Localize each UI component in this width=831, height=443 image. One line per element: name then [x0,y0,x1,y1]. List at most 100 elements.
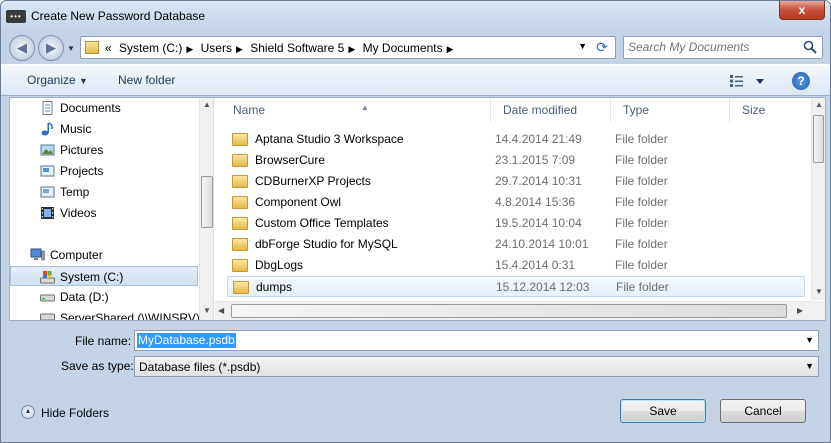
file-name: DbgLogs [255,258,304,272]
save-type-label: Save as type: [61,359,134,373]
file-list[interactable]: Name ▲ Date modified Type Size Aptana St… [215,98,825,320]
breadcrumb-item[interactable]: System (C:) [119,41,182,55]
scroll-up-icon[interactable]: ▲ [815,100,823,109]
file-name-selected-text: MyDatabase.psdb [137,333,236,348]
address-row: ◀ ▶ ▼ « System (C:) ▶ Users ▶ Shield Softw… [1,31,830,64]
nav-item-servershared[interactable]: ServerShared (\\WINSRV) [10,308,200,320]
scrollbar-thumb[interactable] [231,304,787,318]
chevron-right-icon[interactable]: ▶ [447,44,454,54]
file-name: dumps [256,280,293,294]
column-header-name[interactable]: Name ▲ [221,98,491,122]
refresh-icon[interactable]: ⟳ [593,39,611,56]
file-list-vertical-scrollbar[interactable]: ▲ ▼ [811,98,825,300]
projects-icon [40,165,55,177]
column-header-type[interactable]: Type [611,98,730,122]
nav-item-projects[interactable]: Projects [10,161,198,181]
file-date: 15.12.2014 12:03 [496,280,590,294]
breadcrumb-item[interactable]: Shield Software 5 [250,41,344,55]
change-view-icon[interactable] [728,74,768,88]
nav-item-temp[interactable]: Temp [10,182,198,202]
browser-pane: Documents Music Pictures Projects Temp V… [9,97,826,321]
file-list-horizontal-scrollbar[interactable]: ◀ ▶ [215,301,811,320]
navigation-pane[interactable]: Documents Music Pictures Projects Temp V… [10,98,214,320]
file-name: dbForge Studio for MySQL [255,237,398,251]
recent-locations-dropdown[interactable]: ▼ [67,44,75,53]
network-drive-icon [40,313,55,320]
table-row[interactable]: DbgLogs 15.4.2014 0:31 File folder [227,255,805,276]
search-icon[interactable] [803,40,817,54]
file-type: File folder [616,280,669,294]
file-type: File folder [615,237,668,251]
help-button[interactable]: ? [792,72,810,90]
nav-item-documents[interactable]: Documents [10,98,198,118]
chevron-down-icon[interactable]: ▼ [805,361,814,371]
file-name: Aptana Studio 3 Workspace [255,132,404,146]
forward-arrow-icon: ▶ [46,40,56,55]
close-button[interactable]: x [779,1,825,20]
scroll-down-icon[interactable]: ▼ [815,287,823,296]
table-row[interactable]: BrowserCure 23.1.2015 7:09 File folder [227,150,805,171]
save-type-select[interactable]: Database files (*.psdb) ▼ [134,356,819,377]
file-type: File folder [615,216,668,230]
table-row[interactable]: CDBurnerXP Projects 29.7.2014 10:31 File f… [227,171,805,192]
search-input[interactable] [628,40,798,54]
file-name-field[interactable]: MyDatabase.psdb ▼ [134,330,819,351]
breadcrumb-item[interactable]: Users [201,41,232,55]
chevron-right-icon[interactable]: ▶ [348,44,355,54]
nav-item-system-c[interactable]: System (C:) [10,266,198,286]
table-row[interactable]: Component Owl 4.8.2014 15:36 File folder [227,192,805,213]
breadcrumb-item[interactable]: My Documents [363,41,443,55]
folder-icon [232,196,248,209]
forward-button[interactable]: ▶ [38,35,64,61]
file-type: File folder [615,132,668,146]
nav-item-data-d[interactable]: Data (D:) [10,287,198,307]
nav-item-label: Data (D:) [60,290,109,304]
scroll-left-icon[interactable]: ◀ [218,306,224,315]
nav-item-label: Documents [60,101,121,115]
file-type: File folder [615,195,668,209]
cancel-button[interactable]: Cancel [720,399,806,423]
nav-item-computer[interactable]: Computer [10,245,198,265]
scrollbar-thumb[interactable] [201,176,213,228]
back-arrow-icon: ◀ [17,40,27,55]
scrollbar-thumb[interactable] [813,115,824,163]
chevron-right-icon[interactable]: ▶ [186,44,193,54]
column-header-size[interactable]: Size [730,98,811,122]
music-icon [41,122,53,136]
file-type: File folder [615,258,668,272]
nav-item-label: Videos [60,206,97,220]
address-dropdown-icon[interactable]: ▼ [578,41,587,51]
table-row[interactable]: Custom Office Templates 19.5.2014 10:04 Fi… [227,213,805,234]
nav-scrollbar[interactable]: ▲ ▼ [199,98,213,320]
scroll-up-icon[interactable]: ▲ [203,100,211,109]
nav-item-pictures[interactable]: Pictures [10,140,198,160]
table-row[interactable]: dumps 15.12.2014 12:03 File folder [227,276,805,297]
back-button[interactable]: ◀ [9,35,35,61]
nav-item-label: Temp [60,185,90,199]
new-folder-button[interactable]: New folder [118,73,175,87]
save-dialog-window: ••• Create New Password Database x ◀ ▶ ▼… [0,0,831,443]
scroll-down-icon[interactable]: ▼ [203,306,211,315]
search-box[interactable] [623,36,823,59]
scroll-right-icon[interactable]: ▶ [797,306,803,315]
table-row[interactable]: Aptana Studio 3 Workspace 14.4.2014 21:49… [227,129,805,150]
table-row[interactable]: dbForge Studio for MySQL 24.10.2014 10:01… [227,234,805,255]
system-drive-icon [40,271,55,284]
folder-icon [232,154,248,167]
address-bar[interactable]: « System (C:) ▶ Users ▶ Shield Software 5 ▶… [80,36,616,59]
nav-item-music[interactable]: Music [10,119,198,139]
organize-label: Organize [27,73,76,87]
folder-icon [232,238,248,251]
nav-item-videos[interactable]: Videos [10,203,198,223]
organize-button[interactable]: Organize ▼ [27,73,88,87]
save-button[interactable]: Save [620,399,706,423]
chevron-right-icon[interactable]: ▶ [236,44,243,54]
folder-icon [232,259,248,272]
file-date: 24.10.2014 10:01 [495,237,589,251]
breadcrumb-overflow[interactable]: « [105,41,112,55]
column-header-date[interactable]: Date modified [491,98,611,122]
file-name: CDBurnerXP Projects [255,174,371,188]
chevron-down-icon[interactable]: ▼ [805,335,814,345]
file-name: Component Owl [255,195,342,209]
file-date: 19.5.2014 10:04 [495,216,582,230]
